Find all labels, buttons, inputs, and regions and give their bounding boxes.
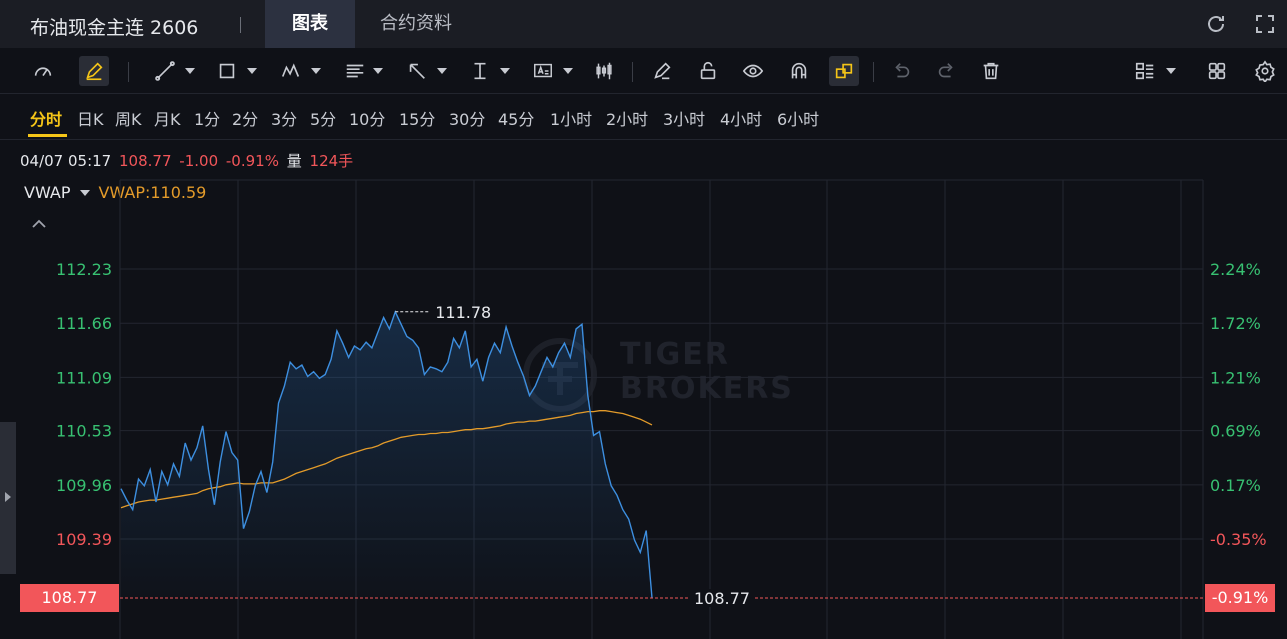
high-annotation: 111.78 <box>395 303 491 322</box>
y-tick-label-right: 0.17% <box>1210 476 1261 495</box>
intraday-chart[interactable]: 108.77 112.23 111.66 111.09 110.53 109.96 109… <box>0 0 1287 639</box>
y-tick-label-left: 109.96 <box>56 476 112 495</box>
y-tick-label-left: 109.39 <box>56 530 112 549</box>
y-tick-label-right: 1.21% <box>1210 368 1261 387</box>
price-area-fill <box>121 311 652 598</box>
y-tick-label-right: 2.24% <box>1210 260 1261 279</box>
high-annotation-label: 111.78 <box>435 303 491 322</box>
last-price-tag: 108.77 <box>20 584 119 612</box>
last-price-label: 108.77 <box>694 589 750 608</box>
price-area <box>121 311 652 598</box>
y-tick-label-right: 1.72% <box>1210 314 1261 333</box>
y-axis-left: 112.23 111.66 111.09 110.53 109.96 109.39 <box>56 260 112 549</box>
y-tick-label-right: -0.35% <box>1210 530 1267 549</box>
y-tick-label-left: 111.09 <box>56 368 112 387</box>
y-tick-label-left: 112.23 <box>56 260 112 279</box>
y-tick-label-left: 111.66 <box>56 314 112 333</box>
y-tick-label-right: 0.69% <box>1210 422 1261 441</box>
y-tick-label-left: 110.53 <box>56 422 112 441</box>
last-change-pct-tag: -0.91% <box>1205 584 1275 612</box>
y-axis-right: 2.24% 1.72% 1.21% 0.69% 0.17% -0.35% <box>1210 260 1267 549</box>
